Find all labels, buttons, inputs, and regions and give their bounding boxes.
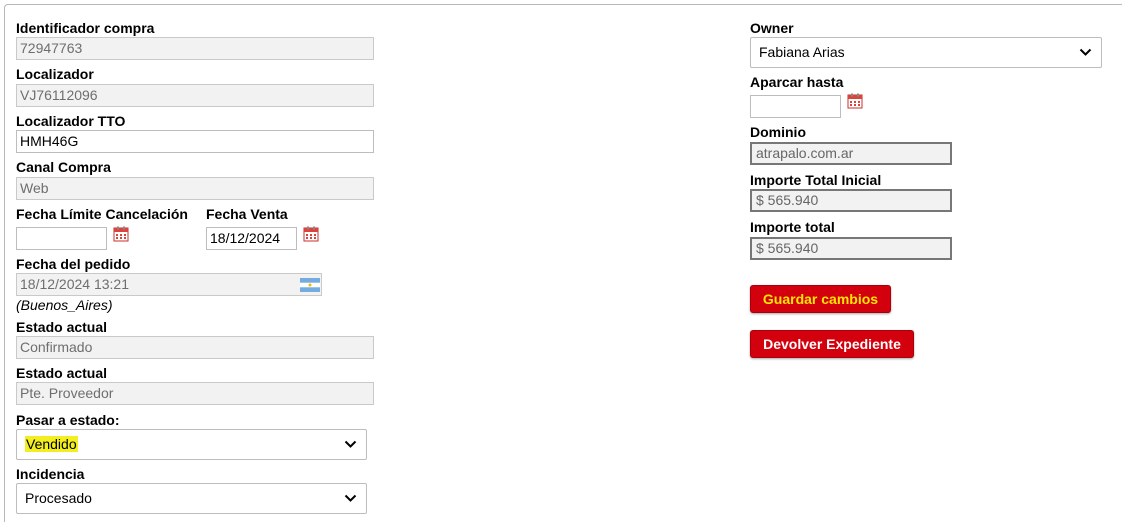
dominio-label: Dominio — [750, 124, 806, 140]
estado-actual-label: Estado actual — [16, 365, 108, 381]
importe-inicial-label: Importe Total Inicial — [750, 172, 882, 188]
chevron-down-icon — [344, 494, 357, 502]
pasar-estado-select[interactable]: Vendido — [16, 429, 367, 460]
canal-label: Canal Compra — [16, 159, 111, 175]
estado-actual-field: Pte. Proveedor — [16, 382, 374, 405]
timezone-note: (Buenos_Aires) — [16, 297, 113, 313]
aparcar-label: Aparcar hasta — [750, 74, 844, 90]
importe-total-field: $ 565.940 — [750, 237, 952, 260]
fecha-venta-label: Fecha Venta — [206, 206, 288, 222]
aparcar-input[interactable] — [750, 95, 841, 118]
chevron-down-icon — [344, 440, 357, 448]
calendar-icon[interactable] — [847, 93, 863, 109]
dominio-field: atrapalo.com.ar — [750, 142, 952, 165]
estado-actual-label: Estado actual — [16, 319, 108, 335]
incidencia-select[interactable]: Procesado — [16, 483, 367, 514]
owner-select[interactable]: Fabiana Arias — [750, 37, 1102, 68]
identificador-label: Identificador compra — [16, 20, 155, 36]
owner-value: Fabiana Arias — [759, 44, 845, 60]
localizador-label: Localizador — [16, 66, 94, 82]
guardar-cambios-button[interactable]: Guardar cambios — [750, 285, 891, 313]
localizador-tto-label: Localizador TTO — [16, 113, 126, 129]
importe-total-label: Importe total — [750, 219, 835, 235]
incidencia-label: Incidencia — [16, 466, 85, 482]
fecha-limite-input[interactable] — [16, 227, 107, 250]
devolver-expediente-button[interactable]: Devolver Expediente — [750, 330, 914, 358]
calendar-icon[interactable] — [113, 226, 129, 242]
canal-field: Web — [16, 177, 374, 200]
identificador-field: 72947763 — [16, 37, 374, 60]
argentina-flag-icon — [300, 278, 320, 292]
chevron-down-icon — [1079, 48, 1092, 56]
calendar-icon[interactable] — [303, 226, 319, 242]
fecha-pedido-label: Fecha del pedido — [16, 256, 131, 272]
pasar-estado-label: Pasar a estado: — [16, 412, 120, 428]
localizador-field: VJ76112096 — [16, 84, 374, 107]
owner-label: Owner — [750, 20, 794, 36]
incidencia-value: Procesado — [25, 490, 92, 506]
fecha-pedido-field: 18/12/2024 13:21 — [16, 273, 322, 296]
importe-inicial-field: $ 565.940 — [750, 189, 952, 212]
selected-state-value: Vendido — [25, 436, 78, 452]
localizador-tto-input[interactable]: HMH46G — [16, 130, 374, 153]
fecha-venta-input[interactable]: 18/12/2024 — [206, 227, 297, 250]
estado-actual-field: Confirmado — [16, 336, 374, 359]
fecha-limite-label: Fecha Límite Cancelación — [16, 206, 188, 222]
